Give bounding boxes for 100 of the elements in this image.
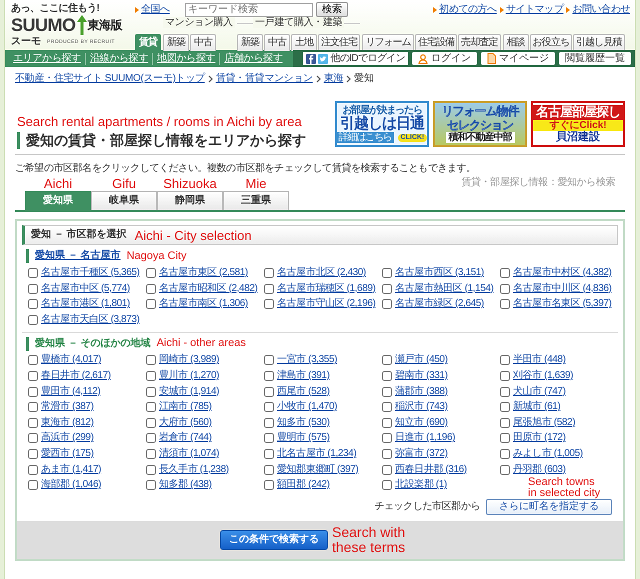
city-link[interactable]: 一宮市 (3,355)	[277, 354, 338, 366]
nav-tab[interactable]: リフォーム	[362, 34, 414, 51]
city-link[interactable]: 岡崎市 (3,989)	[159, 354, 220, 366]
city-link[interactable]: 名古屋市西区 (3,151)	[395, 267, 484, 280]
city-link[interactable]: 津島市 (391)	[277, 370, 330, 382]
city-link[interactable]: 碧南市 (331)	[395, 370, 448, 382]
city-link[interactable]: 田原市 (172)	[513, 432, 566, 444]
city-link[interactable]: 額田郡 (242)	[277, 479, 330, 492]
city-link[interactable]: 尾張旭市 (582)	[513, 416, 576, 429]
city-link[interactable]: 名古屋市瑞穂区 (1,689)	[277, 282, 376, 295]
city-link[interactable]: 名古屋市天白区 (3,873)	[41, 314, 140, 326]
city-link[interactable]: 名古屋市中川区 (4,836)	[513, 282, 612, 295]
city-link[interactable]: 名古屋市東区 (2,581)	[159, 267, 248, 280]
refine-button[interactable]: さらに町名を指定する	[486, 499, 612, 516]
prefecture-tab[interactable]: 三重県	[223, 191, 289, 210]
search-button[interactable]: 検索	[316, 2, 348, 17]
national-link[interactable]: 全国へ	[141, 4, 170, 16]
ad-banner[interactable]: 名古屋部屋探し すぐにClick! 貝沼建設	[531, 101, 625, 147]
city-link[interactable]: 小牧市 (1,470)	[277, 401, 338, 414]
city-link[interactable]: 江南市 (785)	[159, 401, 212, 414]
city-link[interactable]: 名古屋市南区 (1,306)	[159, 298, 248, 310]
city-link[interactable]: 名古屋市中区 (5,774)	[41, 282, 130, 295]
city-link[interactable]: 安城市 (1,914)	[159, 386, 220, 398]
city-link[interactable]: 名古屋市熱田区 (1,154)	[395, 282, 494, 295]
city-link[interactable]: 豊川市 (1,270)	[159, 370, 220, 382]
city-link[interactable]: 稲沢市 (743)	[395, 401, 448, 414]
city-link[interactable]: 春日井市 (2,617)	[41, 370, 111, 382]
search-field[interactable]: キーワード検索	[184, 2, 313, 16]
city-link[interactable]: 知多市 (530)	[277, 416, 330, 429]
city-link[interactable]: 豊橋市 (4,017)	[41, 354, 102, 366]
nav-tab[interactable]: 新築	[163, 34, 189, 51]
nav-tab[interactable]: 新築	[236, 34, 263, 51]
subnav-link[interactable]: エリアから探す	[13, 52, 85, 64]
prefecture-tab[interactable]: 岐阜県	[91, 191, 157, 210]
nav-tab[interactable]: 相談	[502, 34, 529, 51]
city-link[interactable]: 豊田市 (4,112)	[41, 386, 100, 398]
city-link[interactable]: 豊明市 (575)	[277, 432, 330, 444]
prefecture-tab[interactable]: 愛知県	[25, 191, 91, 210]
nav-tab[interactable]: 賃貸	[135, 34, 161, 51]
nav-tab[interactable]: 住宅設備	[414, 34, 458, 51]
breadcrumb-link[interactable]: 不動産・住宅サイト SUUMO(スーモ)トップ	[15, 73, 205, 85]
logo-text[interactable]: SUUMO	[11, 16, 76, 34]
ad-banner[interactable]: リフォーム物件 セレクション 積和不動産中部	[433, 101, 527, 147]
social-login-link[interactable]: 他のIDでログイン	[303, 52, 408, 65]
city-link[interactable]: 東海市 (812)	[41, 416, 94, 429]
city-link[interactable]: 名古屋市港区 (1,801)	[41, 298, 130, 310]
city-link[interactable]: 知立市 (690)	[395, 416, 448, 429]
city-link[interactable]: 北設楽郡 (1)	[395, 479, 447, 492]
prefecture-tab[interactable]: 静岡県	[157, 191, 223, 210]
city-link[interactable]: 高浜市 (299)	[41, 432, 94, 444]
city-link[interactable]: 西春日井郡 (316)	[395, 464, 467, 476]
mypage-button[interactable]: マイページ	[481, 52, 555, 65]
city-link[interactable]: 名古屋市昭和区 (2,482)	[159, 282, 258, 295]
nav-tab[interactable]: 引越し見積	[573, 34, 625, 51]
city-link[interactable]: 日進市 (1,196)	[395, 432, 456, 444]
breadcrumb-link[interactable]: 賃貸・賃貸マンション	[216, 73, 313, 85]
login-button[interactable]: ログイン	[412, 52, 477, 65]
city-link[interactable]: あま市 (1,417)	[41, 464, 102, 476]
header-link[interactable]: サイトマップ	[506, 4, 564, 16]
city-link[interactable]: 名古屋市緑区 (2,645)	[395, 298, 484, 310]
nav-tab[interactable]: 中古	[190, 34, 216, 51]
city-link[interactable]: 弥富市 (372)	[395, 448, 448, 460]
header-link[interactable]: 初めての方へ	[439, 4, 497, 16]
city-link[interactable]: 北名古屋市 (1,234)	[277, 448, 356, 460]
city-link[interactable]: 愛西市 (175)	[41, 448, 94, 460]
nav-tab[interactable]: 中古	[264, 34, 290, 51]
subnav-link[interactable]: 地図から探す	[152, 52, 220, 64]
city-link[interactable]: みよし市 (1,005)	[513, 448, 583, 460]
city-link[interactable]: 瀬戸市 (450)	[395, 354, 448, 366]
city-link[interactable]: 蒲郡市 (388)	[395, 386, 448, 398]
city-link[interactable]: 清須市 (1,074)	[159, 448, 220, 460]
city-link[interactable]: 愛知郡東郷町 (397)	[277, 464, 358, 476]
city-link[interactable]: 知多郡 (438)	[159, 479, 212, 492]
subnav-link[interactable]: 沿線から探す	[84, 52, 152, 64]
search-submit-button[interactable]: この条件で検索する	[220, 530, 328, 550]
city-link[interactable]: 新城市 (61)	[513, 401, 560, 414]
city-link[interactable]: 名古屋市千種区 (5,365)	[41, 267, 140, 280]
nav-tab[interactable]: 売却査定	[458, 34, 501, 51]
nav-tab[interactable]: 土地	[290, 34, 317, 51]
city-link[interactable]: 名古屋市名東区 (5,397)	[513, 298, 612, 310]
city-link[interactable]: 長久手市 (1,238)	[159, 464, 229, 476]
nav-tab[interactable]: 注文住宅	[318, 34, 360, 51]
section-heading-link[interactable]: 愛知県 － 名古屋市	[35, 250, 121, 262]
history-button[interactable]: 閲覧履歴一覧	[559, 52, 631, 65]
subnav-link[interactable]: 店舗から探す	[219, 52, 287, 64]
city-link[interactable]: 岩倉市 (744)	[159, 432, 212, 444]
city-link[interactable]: 犬山市 (747)	[513, 386, 566, 398]
city-link[interactable]: 西尾市 (528)	[277, 386, 330, 398]
city-link[interactable]: 常滑市 (387)	[41, 401, 94, 414]
city-link[interactable]: 刈谷市 (1,639)	[513, 370, 574, 382]
header-link[interactable]: お問い合わせ	[572, 4, 630, 16]
city-link[interactable]: 海部郡 (1,046)	[41, 479, 102, 492]
city-link[interactable]: 名古屋市守山区 (2,196)	[277, 298, 376, 310]
city-link[interactable]: 名古屋市中村区 (4,382)	[513, 267, 612, 280]
city-link[interactable]: 半田市 (448)	[513, 354, 566, 366]
breadcrumb-link[interactable]: 東海	[324, 73, 344, 85]
city-link[interactable]: 名古屋市北区 (2,430)	[277, 267, 366, 280]
city-link[interactable]: 大府市 (560)	[159, 416, 212, 429]
nav-tab[interactable]: お役立ち	[530, 34, 572, 51]
city-link[interactable]: 丹羽郡 (603)	[513, 464, 566, 476]
